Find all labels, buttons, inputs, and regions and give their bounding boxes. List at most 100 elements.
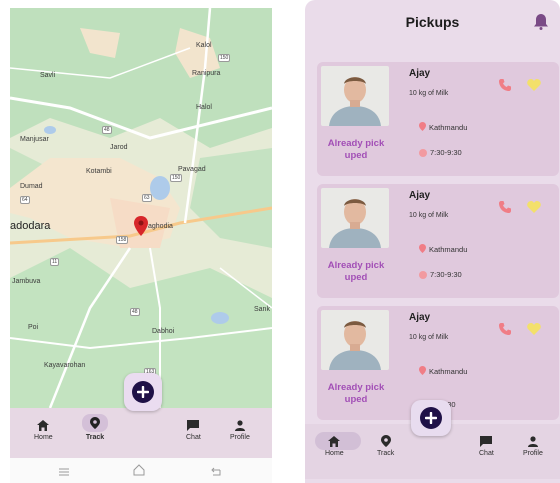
map-place-label: Ranipura (192, 70, 221, 77)
bottom-navigation: Home Track Chat Profile (10, 408, 272, 458)
person-icon (527, 434, 538, 448)
pickup-time: 7:30-9:30 (419, 270, 462, 279)
plus-icon (132, 381, 154, 403)
pickup-card[interactable]: Ajay 10 kg of Milk Already pick uped Kat… (317, 62, 559, 176)
map-place-label: Dabhoi (152, 328, 175, 335)
home-icon (37, 418, 50, 432)
road-shield: 11 (50, 258, 60, 266)
avatar (321, 66, 389, 126)
pickups-screen: Pickups Ajay 10 kg of Milk Already pick … (305, 0, 560, 483)
clock-icon (419, 148, 427, 157)
page-title: Pickups (405, 14, 460, 30)
add-button[interactable] (124, 373, 162, 411)
map-place-label: Poi (28, 324, 39, 331)
road-shield: 48 (102, 126, 112, 134)
pickup-location: Kathmandu (419, 244, 467, 255)
pickup-location-text: Kathmandu (429, 245, 468, 254)
pickup-quantity: 10 kg of Milk (409, 212, 449, 219)
phone-icon[interactable] (499, 322, 511, 340)
nav-track-label: Track (377, 450, 395, 457)
nav-home-label: Home (34, 434, 53, 441)
nav-profile-label: Profile (523, 450, 543, 457)
road-shield: 64 (20, 196, 30, 204)
nav-chat[interactable]: Chat (479, 434, 494, 457)
road-shield: 158 (116, 236, 129, 244)
add-button[interactable] (411, 400, 451, 436)
phone-icon[interactable] (499, 200, 511, 218)
road-shield: 150 (170, 174, 183, 182)
avatar (321, 310, 389, 370)
heart-icon[interactable] (527, 78, 541, 96)
recent-apps-icon[interactable] (58, 464, 70, 482)
map-view[interactable]: Kalol Savli Ranipura Halol Manjusar Jaro… (10, 8, 272, 408)
map-place-label: Jarod (110, 144, 128, 151)
heart-icon[interactable] (527, 200, 541, 218)
nav-track-label: Track (85, 434, 105, 441)
map-place-label: Savli (40, 72, 56, 79)
nav-chat[interactable]: Chat (186, 418, 201, 441)
status-bar (10, 0, 272, 8)
system-navigation-bar (10, 458, 272, 483)
chat-icon (480, 434, 493, 448)
map-place-label: aghodia (148, 223, 173, 230)
bell-icon[interactable] (534, 14, 548, 35)
pickup-name: Ajay (409, 190, 431, 201)
plus-icon (420, 407, 442, 429)
back-icon[interactable] (210, 464, 222, 482)
heart-icon[interactable] (527, 322, 541, 340)
map-screen: Kalol Savli Ranipura Halol Manjusar Jaro… (10, 0, 272, 483)
nav-profile[interactable]: Profile (230, 418, 250, 441)
map-place-label: Kalol (196, 42, 212, 49)
pickup-time: 7:30-9:30 (419, 148, 462, 157)
pickup-status: Already pick uped (327, 260, 385, 283)
pickup-status: Already pick uped (327, 138, 385, 161)
nav-track[interactable]: Track (377, 434, 394, 457)
pickup-location-text: Kathmandu (429, 123, 468, 132)
location-icon (82, 414, 108, 432)
pickup-location: Kathmandu (419, 122, 467, 133)
nav-profile-label: Profile (230, 434, 250, 441)
pickup-quantity: 10 kg of Milk (409, 90, 449, 97)
map-place-label: Kayavarohan (44, 362, 86, 369)
avatar (321, 188, 389, 248)
road-shield: 150 (218, 54, 231, 62)
pickup-time-text: 7:30-9:30 (430, 270, 462, 279)
map-place-label: Jambuva (12, 278, 41, 285)
pickup-name: Ajay (409, 312, 431, 323)
location-pin-icon (419, 366, 426, 377)
map-place-label: Dumad (20, 183, 43, 190)
nav-home-label: Home (325, 450, 344, 457)
road-shield: 48 (130, 308, 140, 316)
location-pin-icon (419, 244, 426, 255)
map-canvas (10, 8, 272, 408)
person-icon (234, 418, 245, 432)
nav-track[interactable]: Track (82, 414, 108, 441)
pickup-status: Already pick uped (327, 382, 385, 405)
map-place-label: Manjusar (20, 136, 49, 143)
map-place-label: adodara (10, 220, 51, 232)
nav-home[interactable]: Home (325, 434, 344, 457)
map-place-label: Kotambi (86, 168, 112, 175)
nav-chat-label: Chat (479, 450, 494, 457)
map-place-label: Pavagad (178, 166, 206, 173)
nav-home[interactable]: Home (34, 418, 53, 441)
pickup-time-text: 7:30-9:30 (430, 148, 462, 157)
map-place-label: Sank (254, 306, 270, 313)
pickup-quantity: 10 kg of Milk (409, 334, 449, 341)
clock-icon (419, 270, 427, 279)
pickup-location: Kathmandu (419, 366, 467, 377)
app-header: Pickups (305, 0, 560, 46)
nav-profile[interactable]: Profile (523, 434, 543, 457)
pickup-name: Ajay (409, 68, 431, 79)
location-pin-icon (419, 122, 426, 133)
location-icon (380, 434, 391, 448)
phone-icon[interactable] (499, 78, 511, 96)
map-place-label: Halol (196, 104, 212, 111)
road-shield: 63 (142, 194, 152, 202)
nav-chat-label: Chat (186, 434, 201, 441)
home-icon (328, 434, 341, 448)
home-system-icon[interactable] (132, 463, 146, 481)
chat-icon (187, 418, 200, 432)
pickup-card[interactable]: Ajay 10 kg of Milk Already pick uped Kat… (317, 184, 559, 298)
pickup-location-text: Kathmandu (429, 367, 468, 376)
